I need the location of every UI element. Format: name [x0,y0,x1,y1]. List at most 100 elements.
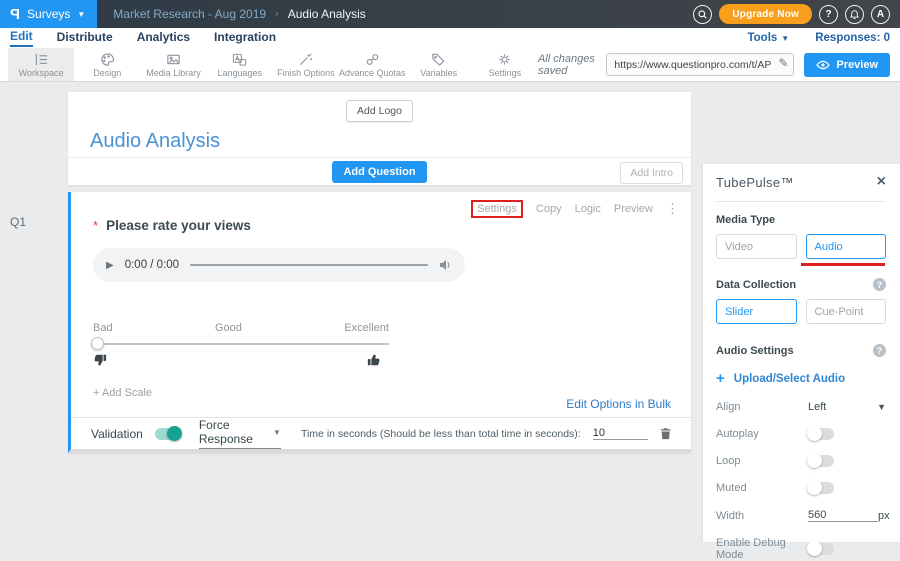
time-limit-input[interactable] [593,427,648,440]
toolbar-item-languages[interactable]: Languages [207,48,273,81]
tab-integration[interactable]: Integration [214,30,276,46]
player-progress-bar[interactable] [190,264,428,266]
toolbar-item-design[interactable]: Design [74,48,140,81]
scale-label-good: Good [215,322,242,334]
toolbar-item-variables[interactable]: Variables [406,48,472,81]
help-button[interactable]: ? [819,5,838,24]
toolbar-item-finish-options[interactable]: Finish Options [273,48,339,81]
tab-edit[interactable]: Edit [10,29,33,47]
help-icon[interactable]: ? [873,278,886,291]
question-text[interactable]: Please rate your views [106,218,251,233]
scale-labels: Bad Good Excellent [93,322,389,334]
survey-title[interactable]: Audio Analysis [90,130,220,153]
edit-options-in-bulk-link[interactable]: Edit Options in Bulk [566,397,671,411]
data-collection-slider-button[interactable]: Slider [716,299,797,324]
notifications-button[interactable] [845,5,864,24]
player-time: 0:00 / 0:00 [125,259,179,271]
width-input[interactable] [808,509,878,522]
add-question-row: Add Question Add Intro [68,157,691,185]
panel-title: TubePulse™ [716,175,794,190]
autoplay-toggle[interactable] [808,428,834,440]
audio-player: ▶ 0:00 / 0:00 [93,248,465,282]
toolbar-item-media-library[interactable]: Media Library [140,48,206,81]
align-label: Align [716,401,808,413]
validation-mode-dropdown[interactable]: Force Response ▼ [199,418,281,449]
panel-header: TubePulse™ × [716,174,886,190]
pencil-icon[interactable]: ✎ [778,56,788,70]
media-type-audio-button[interactable]: Audio [806,234,887,259]
debug-toggle[interactable] [808,543,834,555]
question-preview-button[interactable]: Preview [614,203,653,215]
responses-count[interactable]: Responses: 0 [815,32,890,44]
question-copy-button[interactable]: Copy [536,203,562,215]
survey-canvas: Add Logo Audio Analysis Add Question Add… [68,92,691,453]
audio-settings-label-row: Audio Settings ? [716,344,886,357]
question-card: Settings Copy Logic Preview ⋮ * Please r… [68,192,691,453]
search-button[interactable] [693,5,712,24]
data-collection-cuepoint-button[interactable]: Cue-Point [806,299,887,324]
question-number-label: Q1 [10,215,26,229]
validation-toggle[interactable] [155,428,181,440]
kebab-menu-icon[interactable]: ⋮ [666,201,679,217]
add-logo-button[interactable]: Add Logo [346,100,413,122]
tools-label: Tools [747,32,777,44]
upgrade-now-button[interactable]: Upgrade Now [719,4,812,24]
align-value[interactable]: Left [808,401,826,413]
toolbar-item-advance-quotas[interactable]: Advance Quotas [339,48,406,81]
plus-icon: + [716,371,725,386]
width-unit: px [878,510,890,522]
upload-select-audio-link[interactable]: + Upload/Select Audio [716,371,886,386]
validation-label: Validation [91,427,143,441]
bell-icon [849,9,860,20]
breadcrumb-current: Audio Analysis [288,7,366,21]
add-scale-button[interactable]: + Add Scale [93,387,152,399]
preview-button[interactable]: Preview [804,53,890,77]
rating-slider-handle[interactable] [91,337,104,350]
chevron-down-icon: ▼ [781,34,789,43]
magic-wand-icon [297,52,314,67]
product-switcher[interactable]: P Surveys ▼ [0,0,97,28]
data-collection-label: Data Collection [716,279,796,291]
share-url-input[interactable] [606,53,794,76]
toggle-knob [807,480,822,495]
workspace-icon [33,52,50,67]
scale-label-bad: Bad [93,322,113,334]
tab-analytics[interactable]: Analytics [137,30,190,46]
question-actions: Settings Copy Logic Preview ⋮ [471,200,679,218]
menubar-right: Tools ▼ Responses: 0 [747,32,890,44]
toolbar-right: All changes saved ✎ Preview [538,48,900,81]
help-icon[interactable]: ? [873,344,886,357]
chevron-down-icon[interactable]: ▼ [877,402,886,412]
toolbar-item-settings[interactable]: Settings [472,48,538,81]
annotation-underline [801,263,885,266]
close-icon[interactable]: × [877,174,886,190]
breadcrumb: Market Research - Aug 2019 › Audio Analy… [113,7,365,21]
add-question-button[interactable]: Add Question [332,161,426,183]
divider [716,201,886,202]
question-logic-button[interactable]: Logic [575,203,601,215]
volume-icon[interactable] [439,259,452,271]
tools-menu[interactable]: Tools ▼ [747,32,789,44]
loop-row: Loop [716,455,886,467]
breadcrumb-separator-icon: › [275,8,279,20]
tab-distribute[interactable]: Distribute [57,30,113,46]
question-text-row: * Please rate your views [93,218,251,233]
palette-icon [99,52,116,67]
question-settings-button[interactable]: Settings [471,200,523,218]
media-type-options: Video Audio [716,234,886,259]
trash-icon[interactable] [660,426,671,441]
rating-slider-track[interactable] [93,343,389,345]
play-icon[interactable]: ▶ [106,260,114,271]
add-intro-button[interactable]: Add Intro [620,162,683,184]
width-label: Width [716,510,808,522]
toolbar-item-workspace[interactable]: Workspace [8,48,74,81]
loop-label: Loop [716,455,808,467]
account-avatar[interactable]: A [871,5,890,24]
muted-toggle[interactable] [808,482,834,494]
chevron-down-icon: ▼ [77,10,85,19]
loop-toggle[interactable] [808,455,834,467]
product-menu-label: Surveys [27,7,70,21]
breadcrumb-parent[interactable]: Market Research - Aug 2019 [113,7,266,21]
media-type-video-button[interactable]: Video [716,234,797,259]
top-navbar: P Surveys ▼ Market Research - Aug 2019 ›… [0,0,900,28]
